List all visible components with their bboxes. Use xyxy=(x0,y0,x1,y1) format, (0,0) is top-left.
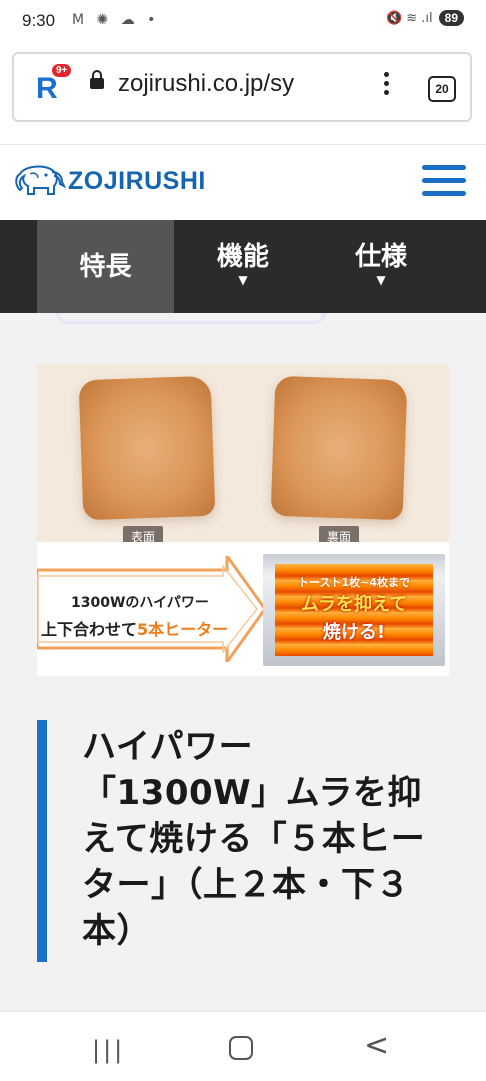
section-headline: ハイパワー「1300W」ムラを抑えて焼ける「５本ヒーター」（上２本・下３本） xyxy=(82,727,426,951)
toast-back-image xyxy=(270,375,408,521)
heater-caption-3: 焼ける! xyxy=(322,622,386,643)
caret-down-icon: ▼ xyxy=(238,273,248,287)
headline-accent-bar xyxy=(37,720,47,962)
elephant-logo-icon xyxy=(15,165,66,195)
promo-text-power: 1300Wのハイパワー xyxy=(71,595,209,611)
previous-button-edge xyxy=(56,313,326,324)
heater-caption-1: トースト1枚~4枚まで xyxy=(298,576,410,589)
signal-wifi-mute-icon: 🔇 ≋ .ıl xyxy=(385,10,433,26)
logo-text: ZOJIRUSHI xyxy=(68,166,206,195)
lock-icon[interactable] xyxy=(90,70,104,89)
toast-comparison-image: 表面 裏面 1300Wのハイパワー 上下合わせて5本ヒーター トースト1枚~4枚… xyxy=(37,364,449,676)
promo-text-accent: 5本ヒーター xyxy=(137,620,229,639)
tab-label: 特長 xyxy=(79,252,132,282)
section-tabs: 特長 機能 ▼ 仕様 ▼ xyxy=(0,220,486,313)
caret-down-icon: ▼ xyxy=(376,273,386,287)
promo-text-prefix: 上下合わせて xyxy=(41,620,138,639)
heater-caption-2: ムラを抑えて xyxy=(300,594,408,615)
promo-caption-area: 1300Wのハイパワー 上下合わせて5本ヒーター トースト1枚~4枚まで ムラを… xyxy=(37,542,449,676)
status-time: 9:30 xyxy=(22,11,56,30)
site-header: ZOJIRUSHI xyxy=(0,145,486,220)
zojirushi-logo[interactable]: ZOJIRUSHI xyxy=(14,161,206,201)
notification-icons: M ✺ ☁ • xyxy=(72,12,160,28)
status-bar: 9:30 M ✺ ☁ • 🔇 ≋ .ıl 89 xyxy=(0,0,486,44)
address-bar[interactable]: R 9+ zojirushi.co.jp/sy 20 xyxy=(12,52,472,122)
toast-front-image xyxy=(78,375,216,521)
browser-toolbar: R 9+ zojirushi.co.jp/sy 20 xyxy=(0,44,486,145)
tab-functions[interactable]: 機能 ▼ xyxy=(178,220,308,313)
back-icon[interactable]: < xyxy=(364,1028,389,1063)
tab-label: 仕様 xyxy=(354,242,407,272)
heater-glow: トースト1枚~4枚まで ムラを抑えて 焼ける! xyxy=(275,564,433,656)
main-content: 表面 裏面 1300Wのハイパワー 上下合わせて5本ヒーター トースト1枚~4枚… xyxy=(0,313,486,1011)
tab-label: 機能 xyxy=(216,242,269,272)
system-navigation-bar: ||| < xyxy=(0,1011,486,1081)
more-menu-icon[interactable] xyxy=(384,72,390,99)
home-icon[interactable] xyxy=(229,1036,253,1060)
promo-text-heaters: 上下合わせて5本ヒーター xyxy=(41,616,228,640)
system-status-icons: 🔇 ≋ .ıl 89 xyxy=(386,10,464,26)
tab-features[interactable]: 特長 xyxy=(37,220,174,313)
battery-icon: 89 xyxy=(438,10,464,26)
recents-icon[interactable]: ||| xyxy=(92,1036,125,1064)
heater-image: トースト1枚~4枚まで ムラを抑えて 焼ける! xyxy=(263,554,445,666)
notification-badge: 9+ xyxy=(52,64,72,77)
rakuten-r-icon: R xyxy=(36,72,58,105)
tab-specs[interactable]: 仕様 ▼ xyxy=(316,220,446,313)
url-text[interactable]: zojirushi.co.jp/sy xyxy=(118,70,348,98)
tab-switcher-button[interactable]: 20 xyxy=(428,76,456,102)
hamburger-menu-icon[interactable] xyxy=(422,165,466,204)
site-app-icon[interactable]: R 9+ xyxy=(34,64,72,106)
